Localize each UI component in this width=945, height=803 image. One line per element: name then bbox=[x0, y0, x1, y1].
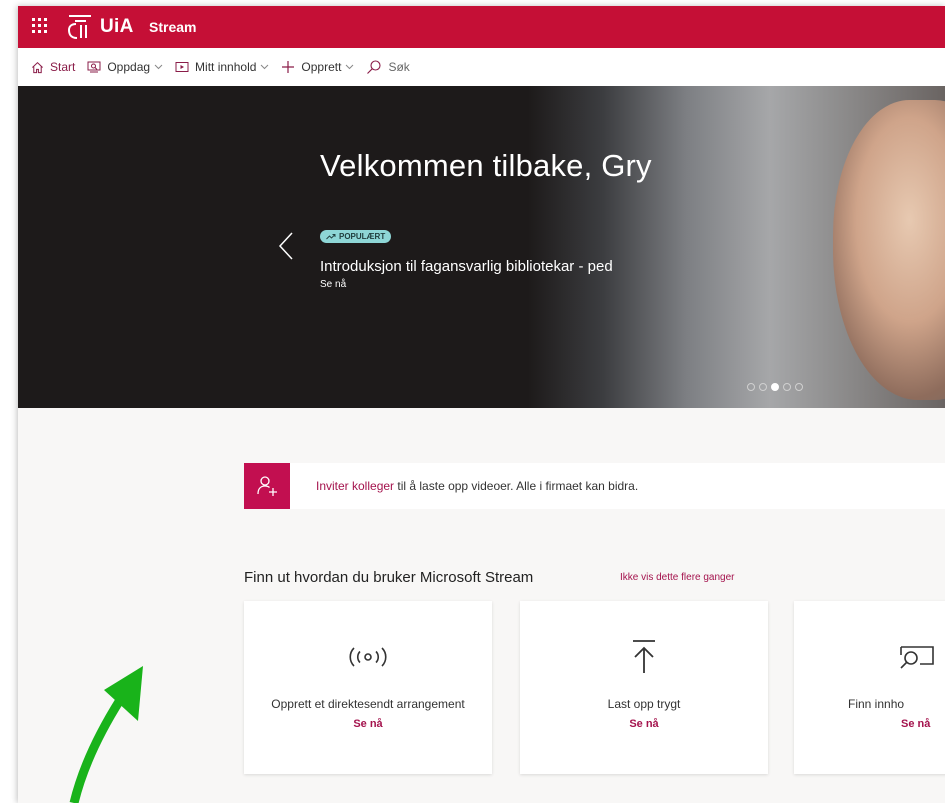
chevron-left-icon[interactable] bbox=[278, 231, 294, 261]
carousel-dot[interactable] bbox=[747, 383, 755, 391]
learn-section-heading: Finn ut hvordan du bruker Microsoft Stre… bbox=[244, 569, 534, 586]
discover-icon bbox=[900, 646, 934, 669]
nav-bar: Start Oppdag Mitt innhold Opprett Søk bbox=[18, 48, 945, 86]
video-icon bbox=[175, 62, 189, 72]
nav-create[interactable]: Opprett bbox=[281, 48, 354, 86]
add-person-icon bbox=[257, 476, 277, 496]
nav-my-content-label: Mitt innhold bbox=[195, 60, 257, 74]
invite-colleagues-link[interactable]: Inviter kolleger bbox=[316, 479, 394, 493]
home-icon bbox=[32, 61, 43, 73]
app-name[interactable]: Stream bbox=[149, 19, 196, 35]
broadcast-icon bbox=[349, 647, 387, 667]
popular-badge-label: POPULÆRT bbox=[339, 232, 386, 241]
learn-card-discover[interactable]: Finn innho Se nå bbox=[794, 601, 945, 774]
carousel-dot[interactable] bbox=[783, 383, 791, 391]
hero-carousel: Velkommen tilbake, Gry POPULÆRT Introduk… bbox=[18, 86, 945, 408]
learn-card-title: Last opp trygt bbox=[607, 697, 681, 711]
learn-card-title: Opprett et direktesendt arrangement bbox=[271, 697, 465, 711]
chevron-down-icon bbox=[346, 64, 354, 70]
card-icon-wrapper bbox=[520, 639, 768, 675]
nav-discover-label: Oppdag bbox=[107, 60, 151, 74]
annotation-arrow-icon bbox=[69, 666, 143, 803]
nav-create-label: Opprett bbox=[301, 60, 342, 74]
popular-badge: POPULÆRT bbox=[320, 230, 392, 243]
hero-watch-link[interactable]: Se nå bbox=[320, 279, 346, 290]
trending-icon bbox=[326, 234, 336, 240]
plus-icon bbox=[282, 61, 295, 73]
nav-my-content[interactable]: Mitt innhold bbox=[175, 48, 269, 86]
carousel-pagination bbox=[747, 383, 807, 391]
learn-card-watch-link[interactable]: Se nå bbox=[901, 718, 945, 730]
chevron-down-icon bbox=[261, 64, 269, 70]
uia-logo-mark-icon bbox=[67, 15, 91, 39]
learn-card-upload[interactable]: Last opp trygt Se nå bbox=[520, 601, 768, 774]
upload-icon bbox=[633, 640, 655, 673]
carousel-dot[interactable] bbox=[771, 383, 779, 391]
discover-icon bbox=[87, 61, 101, 73]
hero-welcome-title: Velkommen tilbake, Gry bbox=[320, 148, 652, 183]
card-icon-wrapper bbox=[794, 639, 945, 675]
search-icon bbox=[367, 60, 382, 74]
carousel-dot[interactable] bbox=[759, 383, 767, 391]
dismiss-link[interactable]: Ikke vis dette flere ganger bbox=[620, 572, 735, 583]
invite-description: til å laste opp videoer. Alle i firmaet … bbox=[394, 479, 639, 493]
logo-text: UiA bbox=[100, 16, 134, 37]
card-icon-wrapper bbox=[244, 639, 492, 675]
nav-search-label: Søk bbox=[388, 60, 410, 74]
nav-start-label: Start bbox=[50, 60, 76, 74]
learn-card-live-event[interactable]: Opprett et direktesendt arrangement Se n… bbox=[244, 601, 492, 774]
uia-logo[interactable]: UiA bbox=[66, 12, 134, 42]
invite-banner: Inviter kolleger til å laste opp videoer… bbox=[244, 463, 945, 509]
learn-card-title: Finn innho bbox=[848, 697, 905, 711]
app-launcher-icon[interactable] bbox=[32, 18, 48, 34]
invite-text: Inviter kolleger til å laste opp videoer… bbox=[316, 479, 638, 493]
learn-card-watch-link[interactable]: Se nå bbox=[520, 718, 768, 730]
learn-card-watch-link[interactable]: Se nå bbox=[244, 718, 492, 730]
chevron-down-icon bbox=[154, 64, 163, 70]
invite-icon-box bbox=[244, 463, 290, 509]
nav-discover[interactable]: Oppdag bbox=[87, 48, 163, 86]
hero-video-title[interactable]: Introduksjon til fagansvarlig biblioteka… bbox=[320, 258, 613, 275]
carousel-dot[interactable] bbox=[795, 383, 803, 391]
suite-header-bar: UiA Stream bbox=[18, 6, 945, 48]
nav-start[interactable]: Start bbox=[31, 48, 75, 86]
nav-search[interactable]: Søk bbox=[366, 48, 410, 86]
